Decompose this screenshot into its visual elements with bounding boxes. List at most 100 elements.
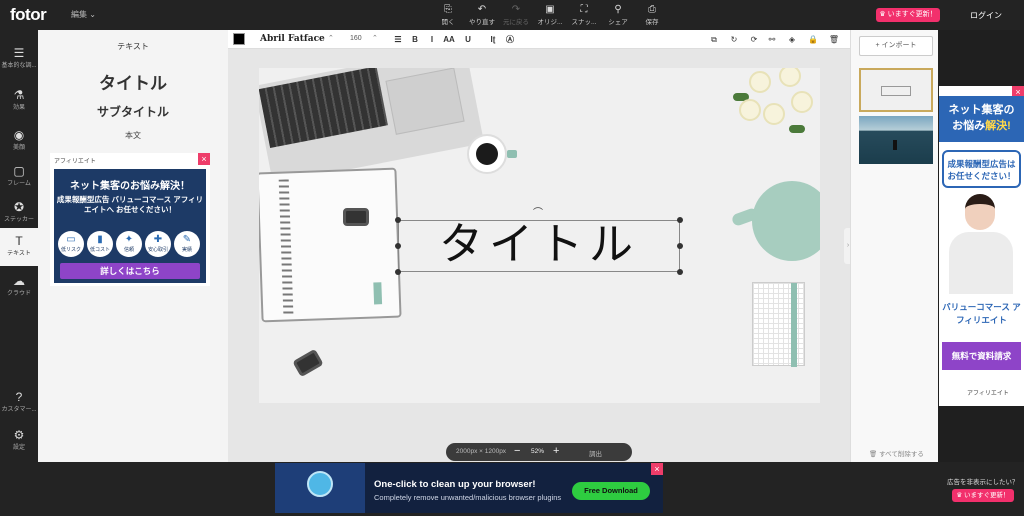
thumbnail-current[interactable]	[859, 68, 933, 112]
zoom-in-button[interactable]: +	[553, 445, 559, 457]
ad-left[interactable]: アフィリエイト × ネット集客のお悩み解決！ 成果報酬型広告 バリューコマース …	[50, 153, 210, 286]
preset-title[interactable]: タイトル	[38, 69, 228, 94]
rotate-handle-icon[interactable]: ⌒	[533, 204, 543, 219]
resize-handle[interactable]	[677, 269, 683, 275]
resize-handle[interactable]	[677, 243, 683, 249]
underline-icon[interactable]: U	[461, 33, 475, 46]
toolbar-tool[interactable]: ▣ オリジ...	[533, 3, 567, 26]
rail-item[interactable]: ? カスタマー...	[0, 384, 38, 422]
italic-icon[interactable]: I	[425, 33, 439, 46]
rail-item[interactable]: ☰ 基本的な調...	[0, 40, 38, 78]
delete-all-button[interactable]: 🗑 すべて削除する	[869, 448, 924, 458]
fit-button[interactable]: 調出	[589, 448, 602, 458]
link-icon[interactable]: ⚯	[765, 33, 779, 46]
trash-icon[interactable]: 🗑	[827, 33, 841, 46]
import-button[interactable]: + インポート	[859, 36, 933, 56]
rail-label: 基本的な調...	[1, 63, 37, 69]
ad-bottom[interactable]: One-click to clean up your browser! Comp…	[275, 463, 663, 513]
rail-item[interactable]: ⚗ 効果	[0, 82, 38, 120]
free-download-button[interactable]: Free Download	[572, 482, 650, 500]
login-link[interactable]: ログイン	[970, 10, 1002, 21]
laptop-image	[259, 68, 485, 185]
rail-label: ステッカー	[3, 217, 34, 223]
resize-handle[interactable]	[395, 217, 401, 223]
rail-label: 効果	[12, 105, 25, 111]
rail-item[interactable]: T テキスト	[0, 228, 38, 266]
thumbnail-lake[interactable]	[859, 116, 933, 164]
ad-right-headline-c: 解決!	[985, 120, 1011, 132]
ad-feature-icon: ▭ 低リスク	[58, 231, 84, 257]
rotate-icon[interactable]: ↻	[727, 33, 741, 46]
font-size-field[interactable]: 160	[350, 35, 362, 42]
ad-right-cta-button[interactable]: 無料で資料請求	[942, 342, 1021, 370]
ad-close-icon[interactable]: ×	[198, 153, 210, 165]
ad-close-icon[interactable]: ×	[651, 463, 663, 475]
rail-label: 美顔	[12, 145, 25, 151]
bold-icon[interactable]: B	[408, 33, 422, 46]
settings-icon: ⚙	[13, 428, 25, 442]
thumbnail-panel: + インポート 🗑 すべて削除する	[850, 30, 938, 462]
spacing-icon[interactable]: Iʈ	[486, 33, 500, 46]
cloud-icon: ☁	[13, 274, 25, 288]
ad-right-bubble: 成果報酬型広告は お任せください！	[942, 150, 1021, 188]
ad-subtext: 成果報酬型広告 バリューコマース アフィリエイトへ お任せください！	[56, 195, 204, 214]
rail-item[interactable]: ⚙ 設定	[0, 422, 38, 460]
toolbar-tool[interactable]: ⚲ シェア	[601, 3, 635, 26]
binder-clip-image	[343, 208, 369, 226]
ad-feature-label: 低リスク	[60, 247, 81, 253]
duplicate-icon[interactable]: ⧉	[707, 33, 721, 46]
edit-menu[interactable]: 編集 ⌄	[71, 9, 96, 20]
font-select[interactable]: Abril Fatface	[260, 34, 325, 44]
size-stepper-icon[interactable]: ⌃	[372, 34, 378, 42]
zoom-bar: 2000px × 1200px − 52% + 調出	[446, 443, 632, 461]
case-icon[interactable]: AA	[442, 33, 456, 46]
preset-body[interactable]: 本文	[38, 130, 228, 141]
align-icon[interactable]: ☰	[391, 33, 405, 46]
undo-icon: ↶	[477, 4, 487, 15]
globe-icon	[307, 471, 333, 497]
zoom-out-button[interactable]: −	[514, 445, 520, 457]
upgrade-button-bottom[interactable]: ♛ いますぐ更新！	[952, 489, 1014, 502]
text-selection-box[interactable]	[395, 217, 683, 275]
effect-icon[interactable]: Ⓐ	[503, 33, 517, 46]
rail-item[interactable]: ◉ 美顔	[0, 122, 38, 160]
toolbar-tool[interactable]: ⎘ 開く	[431, 3, 465, 26]
layers-icon[interactable]: ◈	[785, 33, 799, 46]
delete-all-label: すべて削除する	[879, 451, 924, 458]
coffee-cup-image	[467, 134, 517, 174]
flask-icon: ⚗	[13, 88, 25, 102]
ad-right-headline-b: お悩み	[952, 120, 986, 132]
ad-right-headline-a: ネット集客の	[948, 104, 1015, 116]
ad-feature-icons: ▭ 低リスク ▮ 低コスト ✦ 信頼 ✚ 安心取引 ✎ 実績	[58, 231, 202, 259]
lock-icon[interactable]: 🔒	[806, 33, 820, 46]
toolbar-tool[interactable]: ↷ 元に戻る	[499, 3, 533, 26]
ad-feature-label: 低コスト	[89, 247, 110, 253]
toolbar-tool[interactable]: ⛶ スナッ...	[567, 3, 601, 26]
font-dropdown-icon[interactable]: ⌃	[328, 34, 334, 42]
resize-handle[interactable]	[395, 243, 401, 249]
preset-subtitle[interactable]: サブタイトル	[38, 103, 228, 120]
panel-title: テキスト	[117, 42, 149, 51]
flip-icon[interactable]: ⟳	[747, 33, 761, 46]
fotor-logo[interactable]: fotor	[10, 5, 47, 25]
rail-item[interactable]: ☁ クラウド	[0, 268, 38, 306]
top-bar: fotor 編集 ⌄ ⎘ 開く ↶ やり直す ↷ 元に戻る ▣ オリジ... ⛶ スナッ... ⚲ シ…	[0, 0, 1024, 30]
resize-handle[interactable]	[677, 217, 683, 223]
ad-person-image	[949, 194, 1013, 294]
ad-right[interactable]: × ネット集客の お悩み解決! 成果報酬型広告は お任せください！ バリューコマー…	[939, 86, 1024, 406]
teapot-image	[730, 176, 820, 266]
resize-handle[interactable]	[395, 269, 401, 275]
toolbar-tool[interactable]: ⎙ 保存	[635, 3, 669, 26]
rail-label: カスタマー...	[1, 407, 37, 413]
toolbar-tool[interactable]: ↶ やり直す	[465, 3, 499, 26]
ad-bottom-subtext: Completely remove unwanted/malicious bro…	[374, 493, 562, 502]
ad-cta-button[interactable]: 詳しくはこちら	[60, 263, 200, 279]
rail-item[interactable]: ▢ フレーム	[0, 158, 38, 196]
rail-item[interactable]: ✪ ステッカー	[0, 194, 38, 232]
upgrade-button[interactable]: ♛ いますぐ更新！	[876, 8, 940, 22]
ad-body[interactable]: ネット集客のお悩み解決！ 成果報酬型広告 バリューコマース アフィリエイトへ お…	[54, 169, 206, 283]
binder-clip-image	[292, 348, 324, 378]
text-color-swatch[interactable]	[233, 33, 245, 45]
sticker-icon: ✪	[13, 200, 25, 214]
ad-feature-label: 実績	[181, 247, 192, 253]
